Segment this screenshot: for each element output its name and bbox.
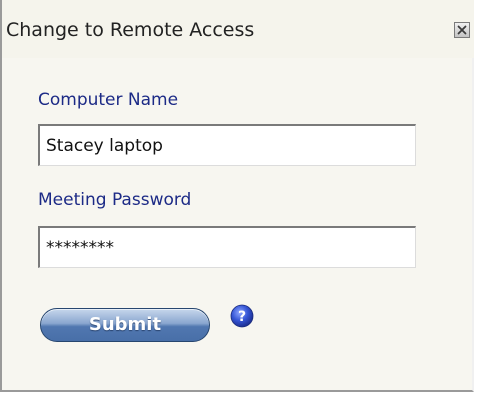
meeting-password-label: Meeting Password	[38, 190, 192, 210]
computer-name-input[interactable]	[38, 124, 416, 166]
dialog-title: Change to Remote Access	[6, 19, 255, 41]
meeting-password-input[interactable]	[38, 226, 416, 268]
title-bar: Change to Remote Access	[2, 0, 474, 58]
svg-text:?: ?	[238, 309, 246, 325]
close-button[interactable]	[454, 22, 470, 38]
computer-name-label: Computer Name	[38, 90, 179, 110]
submit-button[interactable]: Submit	[40, 308, 210, 342]
remote-access-dialog: Change to Remote Access Computer Name Me…	[0, 0, 474, 392]
close-icon	[457, 25, 467, 35]
help-icon[interactable]: ?	[230, 304, 254, 328]
